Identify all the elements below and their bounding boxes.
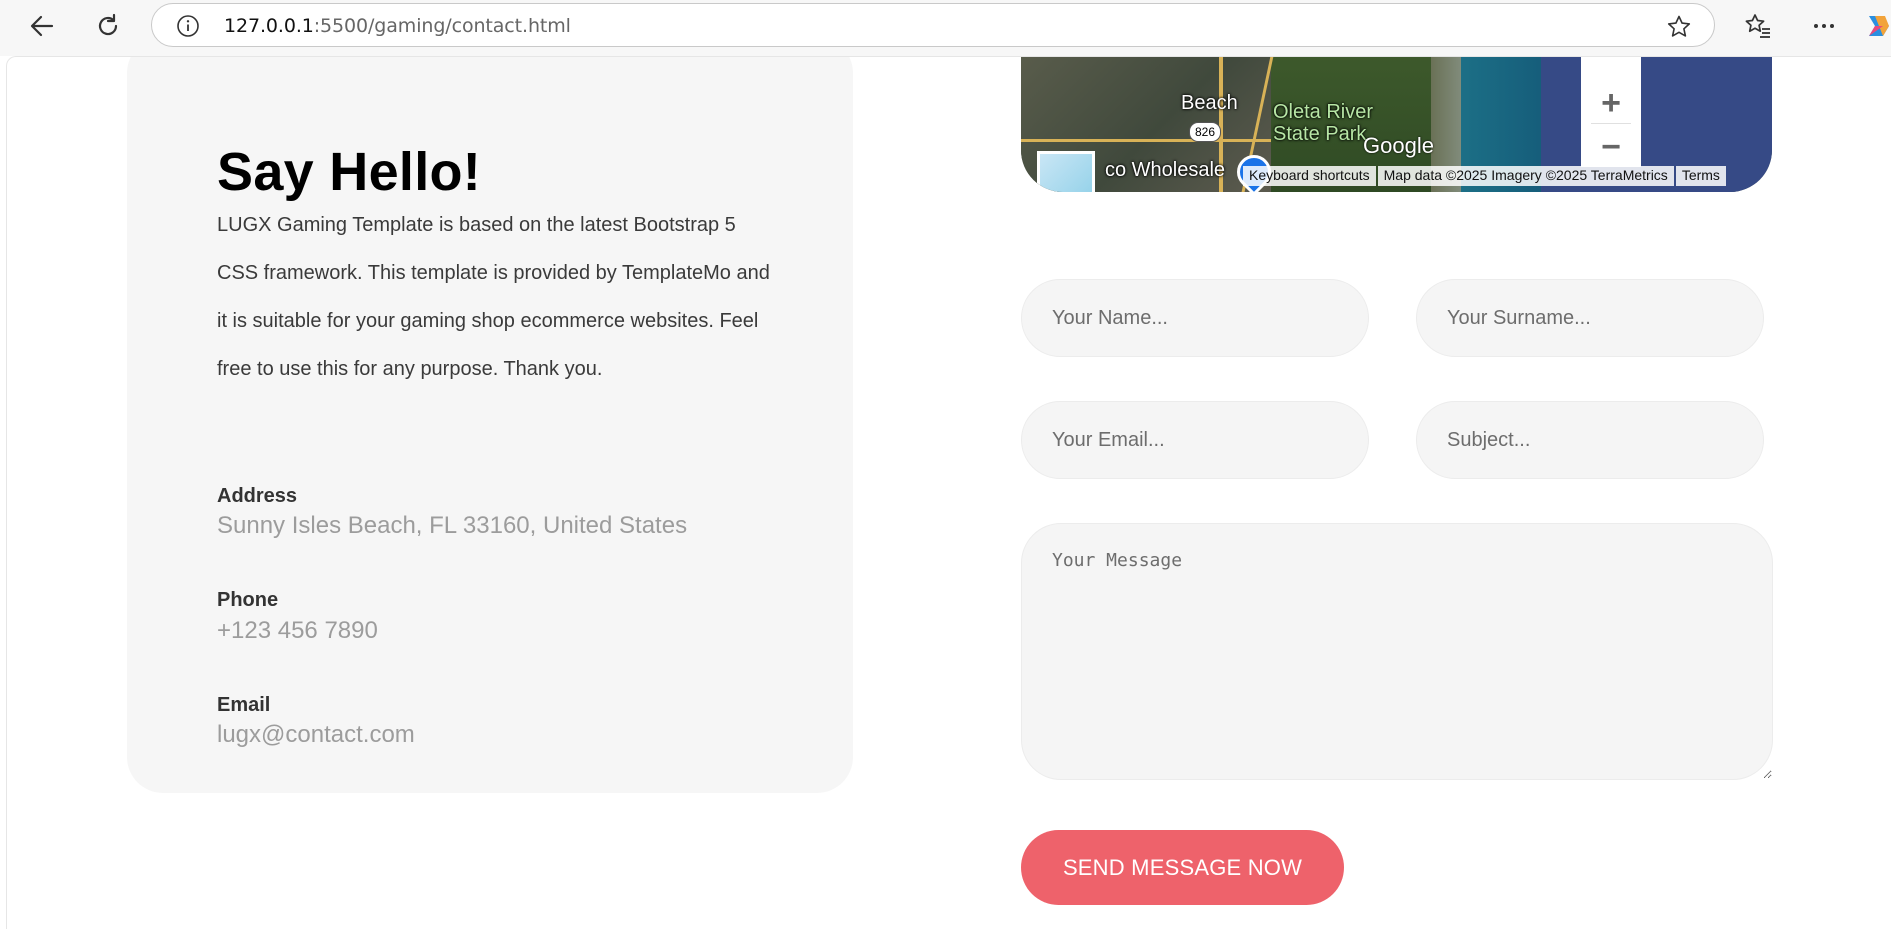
copilot-button[interactable] [1866, 10, 1891, 46]
email-label: Email [217, 694, 271, 716]
back-arrow-icon [28, 12, 56, 45]
map-embed[interactable]: Beach Oleta River State Park co Wholesal… [1021, 57, 1772, 192]
map-data-credit: Map data ©2025 Imagery ©2025 TerraMetric… [1377, 166, 1674, 186]
map-brand-logo: Google [1363, 133, 1434, 158]
url-host: 127.0.0.1 [224, 15, 314, 37]
more-button[interactable] [1806, 10, 1842, 46]
map-label-park-1: Oleta River [1273, 101, 1374, 123]
page-viewport: Say Hello! LUGX Gaming Template is based… [6, 56, 1891, 929]
browser-toolbar: 127.0.0.1:5500/gaming/contact.html [0, 0, 1891, 56]
map-label-beach: Beach [1181, 92, 1238, 114]
card-description: LUGX Gaming Template is based on the lat… [217, 214, 770, 380]
card-title: Say Hello! [217, 142, 482, 202]
info-icon[interactable] [176, 14, 200, 43]
url-text: 127.0.0.1:5500/gaming/contact.html [224, 15, 571, 37]
url-path: :5500/gaming/contact.html [313, 15, 571, 37]
reload-button[interactable] [88, 8, 128, 48]
favorites-button[interactable] [1740, 10, 1776, 46]
terms-link[interactable]: Terms [1675, 166, 1726, 186]
favorites-icon [1744, 12, 1772, 45]
phone-label: Phone [217, 589, 279, 611]
name-input[interactable] [1021, 279, 1369, 357]
address-bar[interactable]: 127.0.0.1:5500/gaming/contact.html [151, 3, 1715, 47]
message-textarea[interactable] [1021, 523, 1773, 780]
copilot-icon [1866, 10, 1891, 46]
reload-icon [94, 12, 122, 45]
star-icon[interactable] [1666, 14, 1692, 45]
zoom-divider [1591, 123, 1631, 124]
back-button[interactable] [22, 8, 62, 48]
email-input[interactable] [1021, 401, 1369, 479]
map-road [1021, 139, 1271, 142]
map-label-park-2: State Park [1273, 123, 1367, 145]
more-icon [1811, 13, 1837, 44]
send-message-button[interactable]: SEND MESSAGE NOW [1021, 830, 1344, 905]
map-layer-toggle[interactable] [1037, 151, 1095, 192]
keyboard-shortcuts-link[interactable]: Keyboard shortcuts [1243, 166, 1376, 186]
map-attribution: Keyboard shortcuts Map data ©2025 Imager… [1243, 166, 1728, 186]
zoom-out-button[interactable]: − [1581, 127, 1641, 167]
surname-input[interactable] [1416, 279, 1764, 357]
email-value: lugx@contact.com [217, 721, 415, 748]
map-label-store: co Wholesale [1105, 159, 1226, 181]
contact-info-card: Say Hello! LUGX Gaming Template is based… [127, 57, 853, 793]
map-zoom-control: + − [1581, 57, 1641, 167]
address-value: Sunny Isles Beach, FL 33160, United Stat… [217, 512, 688, 539]
map-road-shield: 826 [1189, 122, 1221, 142]
subject-input[interactable] [1416, 401, 1764, 479]
zoom-in-button[interactable]: + [1581, 83, 1641, 123]
phone-value: +123 456 7890 [217, 617, 378, 644]
address-label: Address [217, 485, 298, 507]
